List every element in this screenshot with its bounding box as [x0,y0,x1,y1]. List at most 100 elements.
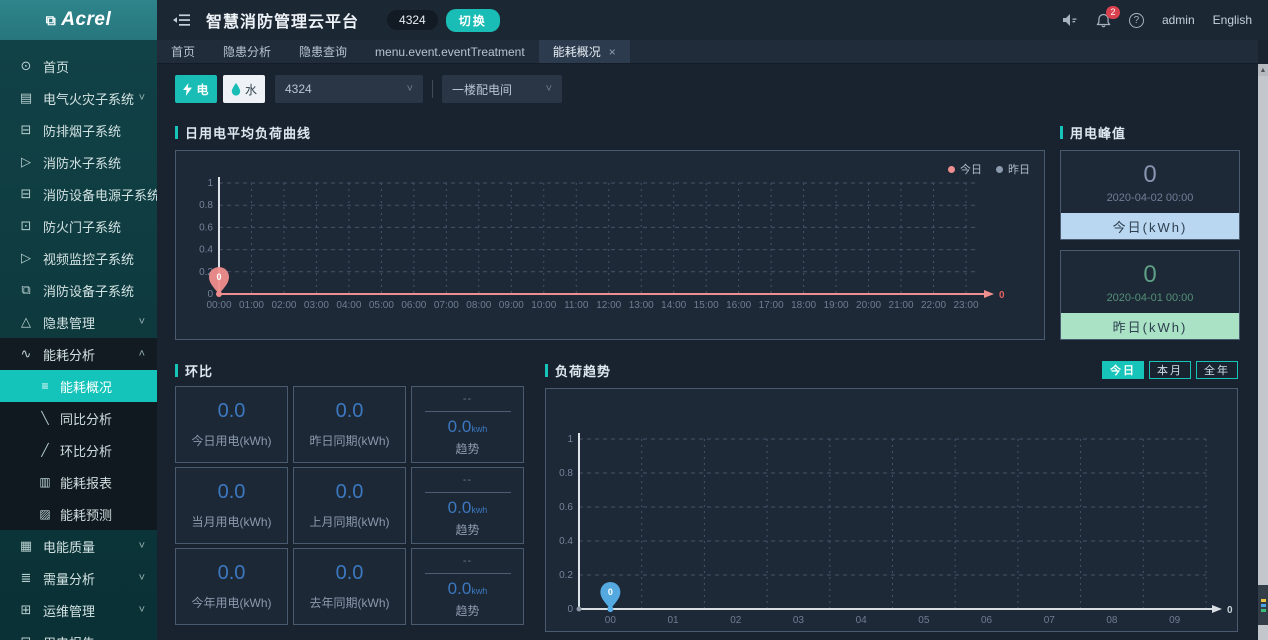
trend-placeholder: -- [463,474,472,486]
sidebar-item-label: 首页 [43,57,69,76]
ring-stat-box-7: 0.0去年同期(kWh) [293,548,406,625]
svg-text:08:00: 08:00 [466,300,491,311]
speaker-mute-icon[interactable] [1062,13,1078,27]
user-menu[interactable]: admin [1162,13,1195,27]
svg-text:13:00: 13:00 [629,300,654,311]
yoy-analysis-icon: ╲ [38,411,52,425]
svg-text:20:00: 20:00 [856,300,881,311]
ring-stat-box-0: 0.0今日用电(kWh) [175,386,288,463]
chevron-down-icon: ˅ [546,83,552,95]
fire-device-icon: ⧉ [18,282,34,298]
tab-close-icon[interactable]: × [609,45,616,59]
svg-text:0.4: 0.4 [199,245,213,256]
sidebar-item-10[interactable]: ▦电能质量˅ [0,530,157,562]
app-header: ⧉ Acrel 智慧消防管理云平台 4324 切换 2 ? [0,0,1268,40]
tab-0[interactable]: 首页 [157,40,209,63]
trend-range-button-0[interactable]: 今日 [1102,361,1144,379]
notification-count-badge: 2 [1106,6,1120,19]
peak-datetime: 2020-04-01 00:00 [1107,292,1194,304]
sidebar-item-1[interactable]: ▤电气火灾子系统˅ [0,82,157,114]
submenu-item-3[interactable]: ▥能耗报表 [0,466,157,498]
svg-text:14:00: 14:00 [661,300,686,311]
submenu-item-1[interactable]: ╲同比分析 [0,402,157,434]
svg-text:18:00: 18:00 [791,300,816,311]
sidebar-item-0[interactable]: ⊙首页 [0,50,157,82]
collapse-menu-icon[interactable] [173,13,190,27]
stat-label: 昨日同期(kWh) [310,432,390,449]
trend-divider [425,411,511,412]
electric-filter-button[interactable]: 电 [175,75,217,103]
room-select[interactable]: 一楼配电间 ˅ [442,75,562,103]
notification-bell-icon[interactable]: 2 [1096,13,1111,28]
tab-4[interactable]: 能耗概况× [539,40,630,63]
sidebar-item-9[interactable]: ∿能耗分析˄ [0,338,157,370]
peak-datetime: 2020-04-02 00:00 [1107,192,1194,204]
switch-button[interactable]: 切换 [446,9,500,32]
svg-text:06:00: 06:00 [401,300,426,311]
svg-text:0.4: 0.4 [559,536,573,547]
legend-label: 昨日 [1008,161,1030,177]
stat-value: 0.0 [218,562,246,585]
legend-item-1[interactable]: 昨日 [996,161,1030,177]
trend-range-button-1[interactable]: 本月 [1149,361,1191,379]
svg-text:19:00: 19:00 [824,300,849,311]
trend-range-button-2[interactable]: 全年 [1196,361,1238,379]
legend-item-0[interactable]: 今日 [948,161,982,177]
sidebar-item-5[interactable]: ⊡防火门子系统 [0,210,157,242]
project-badge: 4324 [387,10,438,30]
sidebar-item-label: 消防设备电源子系统 [43,185,157,204]
sidebar-item-6[interactable]: ▷视频监控子系统 [0,242,157,274]
stat-value: 0.0 [218,400,246,423]
sidebar-item-11[interactable]: ≣需量分析˅ [0,562,157,594]
trend-placeholder: -- [463,555,472,567]
submenu-item-2[interactable]: ╱环比分析 [0,434,157,466]
svg-text:07: 07 [1044,615,1056,626]
svg-text:08: 08 [1106,615,1118,626]
tab-label: 隐患查询 [299,43,347,60]
svg-text:09:00: 09:00 [499,300,524,311]
sidebar-item-label: 运维管理 [43,601,95,620]
station-select[interactable]: 4324 ˅ [275,75,423,103]
sidebar-item-8[interactable]: △隐患管理˅ [0,306,157,338]
vertical-scrollbar[interactable]: ▲ [1258,64,1268,640]
water-filter-button[interactable]: 水 [223,75,265,103]
scrollbar-thumb[interactable] [1258,585,1268,625]
stat-value: 0.0 [336,481,364,504]
tab-2[interactable]: 隐患查询 [285,40,361,63]
svg-text:03:00: 03:00 [304,300,329,311]
sidebar-item-12[interactable]: ⊞运维管理˅ [0,594,157,626]
scrollbar-up-arrow[interactable]: ▲ [1258,64,1268,76]
svg-text:00:00: 00:00 [206,300,231,311]
tab-1[interactable]: 隐患分析 [209,40,285,63]
chart-legend: 今日 昨日 [948,161,1030,177]
sidebar-item-label: 视频监控子系统 [43,249,134,268]
filter-bar: 电 水 4324 ˅ 一楼配电间 ˅ [175,75,562,103]
sidebar-item-7[interactable]: ⧉消防设备子系统 [0,274,157,306]
mom-analysis-icon: ╱ [38,443,52,457]
sidebar-item-4[interactable]: ⊟消防设备电源子系统 [0,178,157,210]
svg-text:0.2: 0.2 [559,570,573,581]
svg-text:05:00: 05:00 [369,300,394,311]
svg-text:1: 1 [207,178,213,189]
trend-value-row: 0.0kwh [448,417,488,437]
sidebar-item-3[interactable]: ▷消防水子系统 [0,146,157,178]
section-title-load-trend: 负荷趋势 [545,361,611,380]
help-icon[interactable]: ? [1129,13,1144,28]
chevron-up-icon: ˄ [139,348,145,360]
svg-text:1: 1 [567,434,573,445]
ring-stat-box-1: 0.0昨日同期(kWh) [293,386,406,463]
sidebar-item-2[interactable]: ⊟防排烟子系统 [0,114,157,146]
language-switcher[interactable]: English [1213,13,1252,27]
trend-unit: kwh [471,505,487,515]
sidebar-item-13[interactable]: ⊟用电报告 [0,626,157,640]
page-title: 智慧消防管理云平台 [206,8,359,32]
svg-text:09: 09 [1169,615,1181,626]
submenu-item-4[interactable]: ▨能耗预测 [0,498,157,530]
tab-3[interactable]: menu.event.eventTreatment [361,40,539,63]
peak-cards: 02020-04-02 00:00今日(kWh)02020-04-01 00:0… [1060,150,1240,350]
sidebar-item-label: 电能质量 [43,537,95,556]
section-title-peak: 用电峰值 [1060,123,1126,142]
load-trend-chart: 00.20.40.60.810001020304050607080900 [546,389,1237,631]
submenu-item-0[interactable]: ≡能耗概况 [0,370,157,402]
water-drop-icon [231,83,241,96]
